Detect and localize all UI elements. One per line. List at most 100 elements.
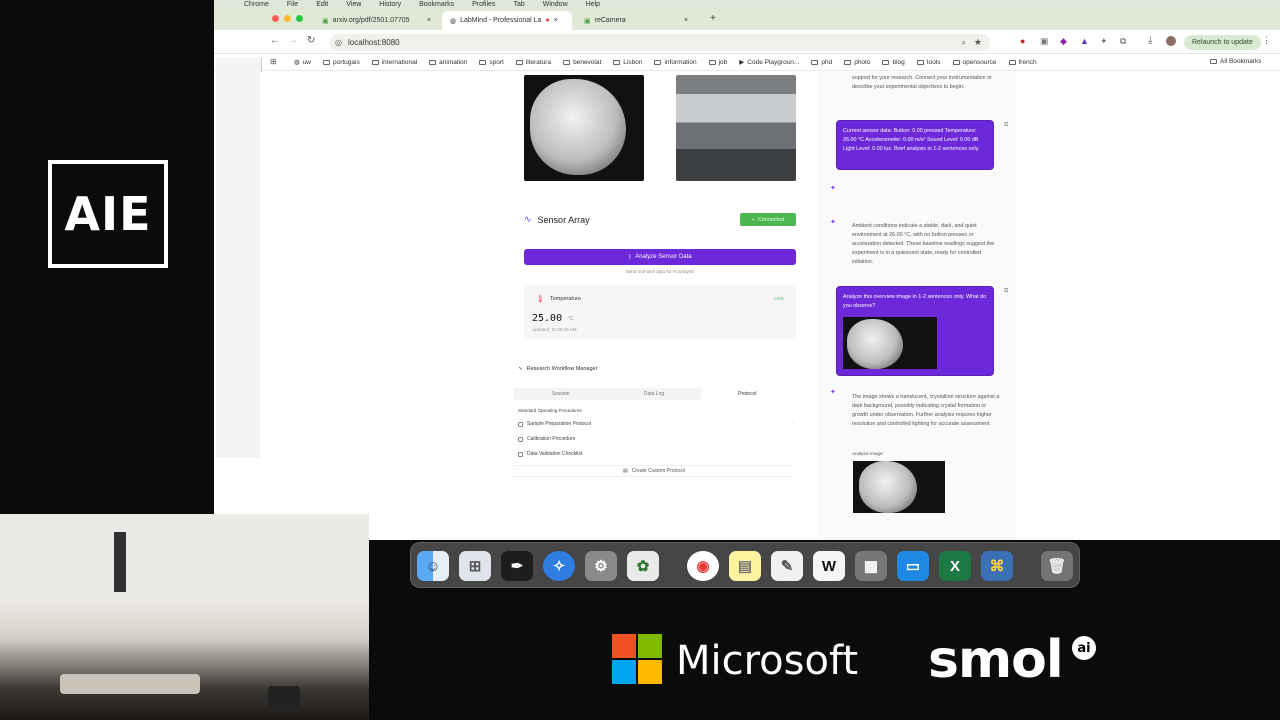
site-info-icon[interactable]: ◎ [335,38,342,47]
writing-app-icon[interactable]: W [813,551,845,581]
photos-icon[interactable]: ✿ [627,551,659,581]
folder-icon [613,59,621,65]
bookmark-folder[interactable]: sport [479,59,504,66]
folder-icon [1210,59,1217,64]
bookmark-uw[interactable]: ◍ uw [294,58,311,67]
bookmark-folder[interactable]: phd [811,59,832,66]
sop-heading: Standard Operating Procedures: [518,408,583,413]
extension-icon[interactable]: ● [1020,36,1025,46]
microsoft-wordmark: Microsoft [676,638,859,684]
more-menu-icon[interactable]: ⋮ [1262,35,1271,46]
launchpad-icon[interactable]: ⊞ [459,551,491,581]
tab-session[interactable]: Session [514,388,607,400]
menu-chrome[interactable]: Chrome [244,1,269,8]
podium [60,674,200,694]
folder-icon [882,59,890,65]
protocol-item[interactable]: Sample Preparation Protocol ○ [518,421,794,427]
crystal-image [530,79,626,175]
extensions-puzzle-icon[interactable]: ⧉ [1120,36,1126,47]
folder-icon [708,59,716,65]
bookmark-folder[interactable]: french [1008,59,1037,66]
folder-icon [563,59,571,65]
menu-window[interactable]: Window [543,1,568,8]
menu-file[interactable]: File [287,1,298,8]
terminal-icon[interactable]: ▦ [855,551,887,581]
checkbox-icon[interactable] [518,421,523,427]
python-icon[interactable]: ⌘ [981,551,1013,581]
tab-data-log[interactable]: Data Log [607,388,700,400]
bookmark-code-playground[interactable]: ▶ Code Playgroun... [739,58,799,67]
bookmark-star-icon[interactable]: ★ [974,37,982,48]
extension-icon[interactable]: ◆ [1060,36,1067,47]
bookmark-folder[interactable]: blog [882,59,905,66]
checkbox-icon[interactable] [518,451,523,457]
bookmark-folder[interactable]: benevolat [563,59,601,66]
safari-icon[interactable]: ✧ [543,551,575,581]
new-tab-icon[interactable]: + [710,13,716,24]
copy-icon[interactable]: ⧉ [1004,288,1008,295]
chrome-icon[interactable]: ◉ [687,551,719,581]
close-window-icon[interactable] [272,15,279,22]
ai-sparkle-icon: ✦ [830,219,836,226]
labmind-page: ∿ Sensor Array ⌁ Connected ⌇ Analyze Senso… [260,72,1276,540]
tab-label: arxiv.org/pdf/2501.07705 [332,17,410,24]
keynote-icon[interactable]: ▭ [897,551,929,581]
reload-icon[interactable]: ↻ [307,35,315,46]
finder-icon[interactable]: ☺ [417,551,449,581]
notes-icon[interactable]: ▤ [729,551,761,581]
menu-edit[interactable]: Edit [316,1,328,8]
minimize-window-icon[interactable] [284,15,291,22]
close-icon[interactable]: × [684,17,688,24]
extension-icon[interactable]: ✦ [1100,36,1108,47]
tab-arxiv[interactable]: ▣ arxiv.org/pdf/2501.07705 × [314,11,439,30]
textedit-icon[interactable]: ✎ [771,551,803,581]
menu-tab[interactable]: Tab [513,1,524,8]
trash-icon[interactable]: 🗑 [1041,551,1073,581]
back-icon[interactable]: ← [270,35,280,46]
protocol-item[interactable]: Calibration Procedure [518,436,575,442]
bookmark-folder[interactable]: literatura [515,59,551,66]
menu-history[interactable]: History [379,1,401,8]
bookmark-folder[interactable]: animation [429,59,467,66]
bookmark-folder[interactable]: information [654,58,697,66]
protocol-label: Sample Preparation Protocol [527,421,591,427]
menu-profiles[interactable]: Profiles [472,1,495,8]
download-icon[interactable]: ⤓ [1148,35,1152,46]
bookmark-folder[interactable]: portugais [322,59,360,66]
analyze-sensor-button[interactable]: ⌇ Analyze Sensor Data [524,249,796,265]
zoom-icon[interactable]: ⌕ [962,38,966,48]
bookmark-folder[interactable]: photo [844,59,870,66]
relaunch-button[interactable]: Relaunch to update [1184,35,1261,50]
bookmark-folder[interactable]: Lisbon [613,59,642,66]
forward-icon[interactable]: → [288,35,298,46]
temperature-card: 🌡 Temperature LIVE 25.00 °C Updated: 11:… [524,285,796,339]
bookmark-folder[interactable]: international [371,59,417,66]
globe-icon: ◍ [450,17,457,25]
extension-icon[interactable]: ▣ [1040,36,1049,47]
excel-icon[interactable]: X [939,551,971,581]
bookmark-folder[interactable]: job [708,59,727,66]
menu-view[interactable]: View [346,1,361,8]
zoom-window-icon[interactable] [296,15,303,22]
bookmark-folder[interactable]: opensource [952,59,997,66]
copy-icon[interactable]: ⧉ [1004,122,1008,129]
inkscape-icon[interactable]: ✒ [501,551,533,581]
tab-recamera[interactable]: ▣ reCamera × [576,11,696,30]
url-field[interactable]: ◎ localhost:8080 ⌕ ★ [330,34,990,51]
checkbox-icon[interactable] [518,436,523,442]
bookmark-label: information [664,58,697,66]
bookmark-folder[interactable]: tools [916,59,941,66]
avatar[interactable] [1166,36,1176,46]
extension-icon[interactable]: ▲ [1080,36,1089,46]
protocol-item[interactable]: Data Validation Checklist [518,451,582,457]
close-icon[interactable]: × [554,17,558,24]
close-icon[interactable]: × [427,17,431,24]
apps-grid-icon[interactable]: ⊞ [270,57,277,66]
menu-help[interactable]: Help [586,1,600,8]
tab-labmind[interactable]: ◍ LabMind - Professional La ● × [442,11,572,30]
menu-bookmarks[interactable]: Bookmarks [419,1,454,8]
create-protocol-button[interactable]: ▤ Create Custom Protocol [514,465,794,477]
tab-protocol[interactable]: Protocol [700,388,794,400]
settings-gear-icon[interactable]: ⚙ [585,551,617,581]
all-bookmarks[interactable]: All Bookmarks [1210,58,1262,65]
